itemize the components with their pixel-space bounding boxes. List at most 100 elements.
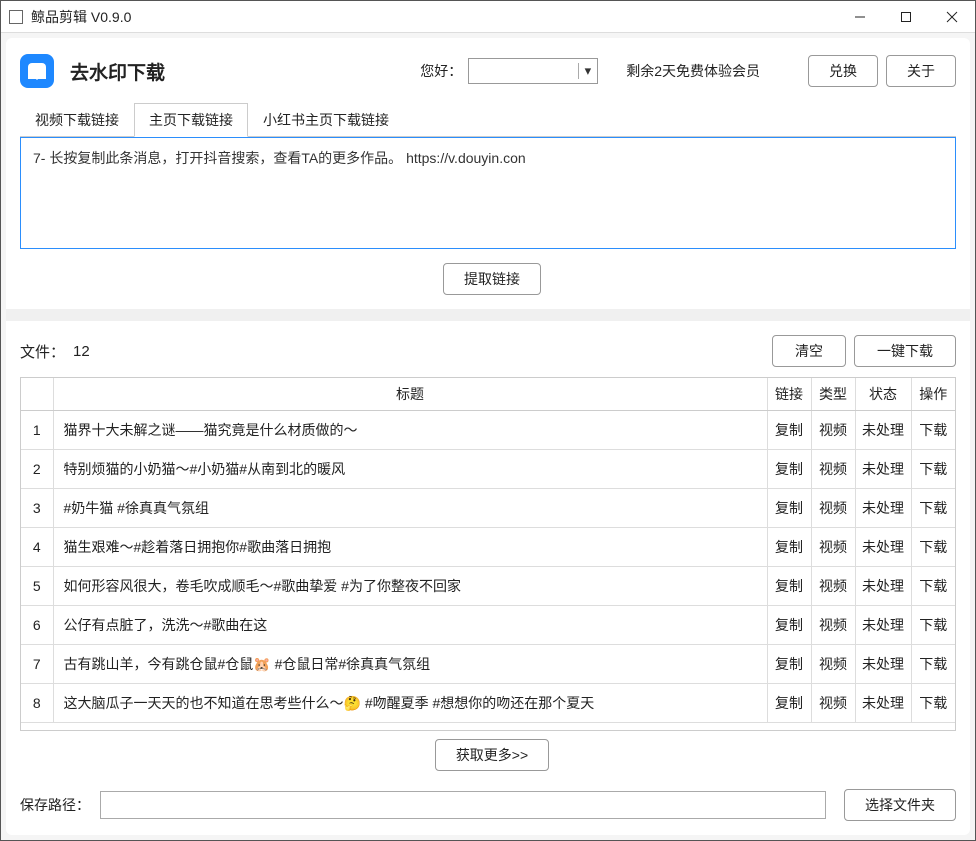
app-small-icon: [9, 10, 23, 24]
tab-xiaohongshu-download[interactable]: 小红书主页下载链接: [248, 103, 404, 137]
copy-link-button[interactable]: 复制: [767, 567, 811, 606]
greeting-label: 您好：: [420, 61, 462, 81]
header-row: 去水印下载 您好： ▾ 剩余2天免费体验会员 兑换 关于: [20, 50, 956, 102]
table-row: 2特别烦猫的小奶猫～#小奶猫#从南到北的暖风复制视频未处理下载: [21, 450, 955, 489]
tab-homepage-download[interactable]: 主页下载链接: [134, 103, 248, 137]
files-label: 文件：: [20, 341, 65, 362]
choose-folder-button[interactable]: 选择文件夹: [844, 789, 956, 821]
section-divider: [6, 309, 970, 321]
save-path-input[interactable]: [100, 791, 826, 819]
cell-title: 猫生艰难～#趁着落日拥抱你#歌曲落日拥抱: [53, 528, 767, 567]
cell-type: 视频: [811, 684, 855, 723]
results-table-scroll[interactable]: 标题 链接 类型 状态 操作 1猫界十大未解之谜——猫究竟是什么材质做的～复制视…: [21, 378, 955, 730]
cell-status: 未处理: [855, 684, 911, 723]
download-all-button[interactable]: 一键下载: [854, 335, 956, 367]
table-row: 7古有跳山羊，今有跳仓鼠#仓鼠🐹 #仓鼠日常#徐真真气氛组复制视频未处理下载: [21, 645, 955, 684]
download-button[interactable]: 下载: [911, 645, 955, 684]
col-header-index: [21, 378, 53, 411]
cell-status: 未处理: [855, 489, 911, 528]
close-button[interactable]: [929, 1, 975, 33]
exchange-button[interactable]: 兑换: [808, 55, 878, 87]
cell-status: 未处理: [855, 528, 911, 567]
cell-status: 未处理: [855, 567, 911, 606]
files-count: 12: [73, 343, 90, 360]
cell-title: 古有跳山羊，今有跳仓鼠#仓鼠🐹 #仓鼠日常#徐真真气氛组: [53, 645, 767, 684]
cell-title: 猫界十大未解之谜——猫究竟是什么材质做的～: [53, 411, 767, 450]
col-header-type: 类型: [811, 378, 855, 411]
cell-index: 1: [21, 411, 53, 450]
copy-link-button[interactable]: 复制: [767, 684, 811, 723]
table-row: 1猫界十大未解之谜——猫究竟是什么材质做的～复制视频未处理下载: [21, 411, 955, 450]
cell-type: 视频: [811, 489, 855, 528]
download-button[interactable]: 下载: [911, 528, 955, 567]
cell-type: 视频: [811, 450, 855, 489]
cell-type: 视频: [811, 645, 855, 684]
table-row: 3#奶牛猫 #徐真真气氛组复制视频未处理下载: [21, 489, 955, 528]
files-row: 文件： 12 清空 一键下载: [20, 321, 956, 377]
col-header-title: 标题: [53, 378, 767, 411]
user-dropdown[interactable]: ▾: [468, 58, 598, 84]
titlebar: 鲸品剪辑 V0.9.0: [1, 1, 975, 33]
cell-status: 未处理: [855, 450, 911, 489]
cell-title: 公仔有点脏了，洗洗～#歌曲在这: [53, 606, 767, 645]
cell-type: 视频: [811, 411, 855, 450]
extract-button[interactable]: 提取链接: [443, 263, 541, 295]
cell-title: 如何形容风很大，卷毛吹成顺毛～#歌曲挚爱 #为了你整夜不回家: [53, 567, 767, 606]
copy-link-button[interactable]: 复制: [767, 450, 811, 489]
cell-title: 特别烦猫的小奶猫～#小奶猫#从南到北的暖风: [53, 450, 767, 489]
minimize-button[interactable]: [837, 1, 883, 33]
cell-status: 未处理: [855, 645, 911, 684]
clear-button[interactable]: 清空: [772, 335, 846, 367]
maximize-button[interactable]: [883, 1, 929, 33]
trial-text: 剩余2天免费体验会员: [626, 61, 760, 81]
app-window: 鲸品剪辑 V0.9.0 去水印下载 您好： ▾: [0, 0, 976, 841]
download-button[interactable]: 下载: [911, 606, 955, 645]
greeting-area: 您好： ▾: [420, 58, 598, 84]
download-button[interactable]: 下载: [911, 684, 955, 723]
save-row: 保存路径： 选择文件夹: [20, 779, 956, 823]
download-button[interactable]: 下载: [911, 489, 955, 528]
extract-row: 提取链接: [20, 249, 956, 309]
cell-type: 视频: [811, 606, 855, 645]
table-row: 5如何形容风很大，卷毛吹成顺毛～#歌曲挚爱 #为了你整夜不回家复制视频未处理下载: [21, 567, 955, 606]
download-button[interactable]: 下载: [911, 450, 955, 489]
chevron-down-icon: ▾: [578, 63, 592, 79]
cell-index: 5: [21, 567, 53, 606]
cell-index: 4: [21, 528, 53, 567]
minimize-icon: [854, 11, 866, 23]
col-header-status: 状态: [855, 378, 911, 411]
home-icon: [28, 63, 46, 79]
table-row: 8这大脑瓜子一天天的也不知道在思考些什么～🤔 #吻醒夏季 #想想你的吻还在那个夏…: [21, 684, 955, 723]
cell-title: #奶牛猫 #徐真真气氛组: [53, 489, 767, 528]
cell-index: 7: [21, 645, 53, 684]
copy-link-button[interactable]: 复制: [767, 645, 811, 684]
close-icon: [946, 11, 958, 23]
results-table-wrap: 标题 链接 类型 状态 操作 1猫界十大未解之谜——猫究竟是什么材质做的～复制视…: [20, 377, 956, 731]
app-logo-icon: [20, 54, 54, 88]
col-header-link: 链接: [767, 378, 811, 411]
load-more-button[interactable]: 获取更多>>: [435, 739, 549, 771]
tabs: 视频下载链接 主页下载链接 小红书主页下载链接: [20, 102, 956, 137]
col-header-op: 操作: [911, 378, 955, 411]
about-button[interactable]: 关于: [886, 55, 956, 87]
copy-link-button[interactable]: 复制: [767, 528, 811, 567]
download-button[interactable]: 下载: [911, 567, 955, 606]
cell-type: 视频: [811, 567, 855, 606]
cell-status: 未处理: [855, 606, 911, 645]
cell-index: 2: [21, 450, 53, 489]
cell-status: 未处理: [855, 411, 911, 450]
results-table: 标题 链接 类型 状态 操作 1猫界十大未解之谜——猫究竟是什么材质做的～复制视…: [21, 378, 955, 723]
cell-index: 3: [21, 489, 53, 528]
link-input[interactable]: [20, 137, 956, 249]
cell-type: 视频: [811, 528, 855, 567]
copy-link-button[interactable]: 复制: [767, 606, 811, 645]
content-area: 去水印下载 您好： ▾ 剩余2天免费体验会员 兑换 关于 视频下载链接 主页下载…: [6, 38, 970, 835]
copy-link-button[interactable]: 复制: [767, 411, 811, 450]
maximize-icon: [900, 11, 912, 23]
download-button[interactable]: 下载: [911, 411, 955, 450]
window-title: 鲸品剪辑 V0.9.0: [31, 7, 837, 27]
copy-link-button[interactable]: 复制: [767, 489, 811, 528]
tab-video-download[interactable]: 视频下载链接: [20, 103, 134, 137]
save-path-label: 保存路径：: [20, 795, 90, 815]
cell-title: 这大脑瓜子一天天的也不知道在思考些什么～🤔 #吻醒夏季 #想想你的吻还在那个夏天: [53, 684, 767, 723]
